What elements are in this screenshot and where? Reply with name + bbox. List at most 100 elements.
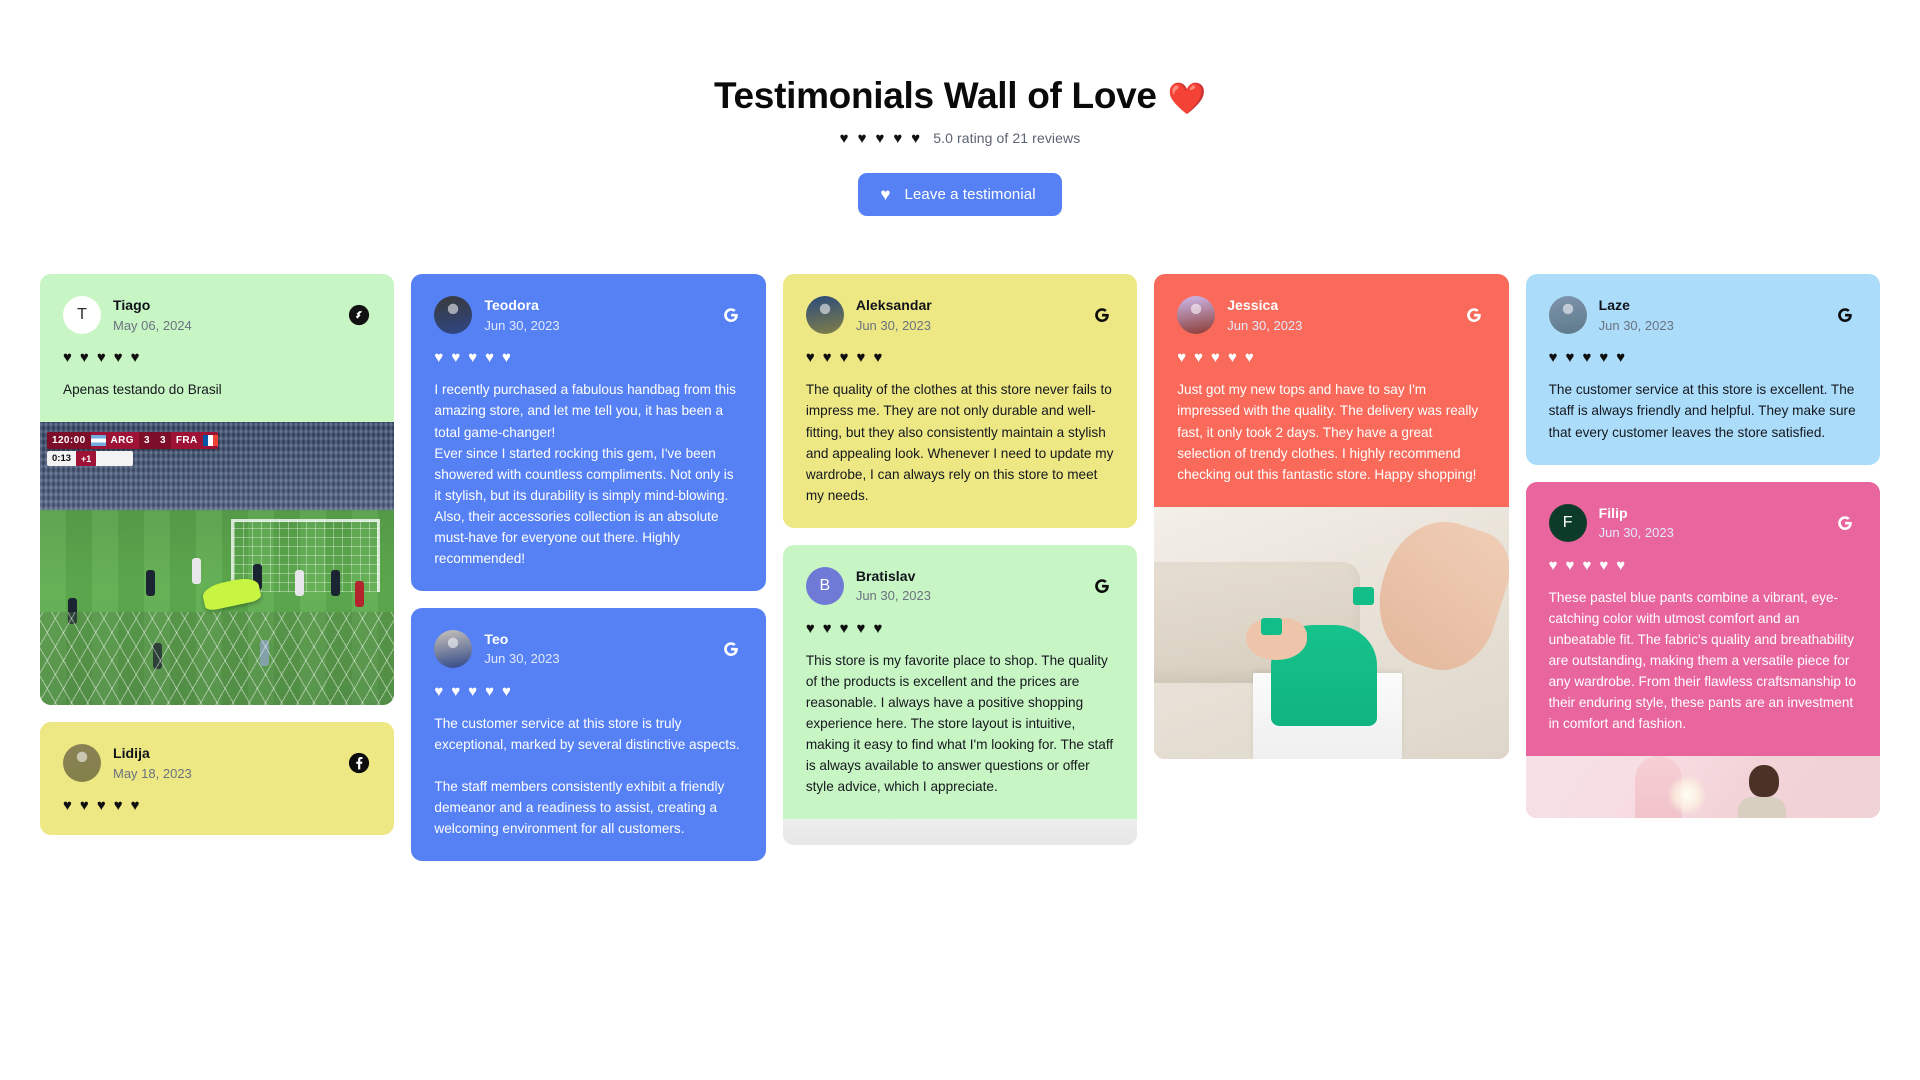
google-icon: [1833, 511, 1857, 535]
rating-heart-icon: ♥: [875, 129, 885, 147]
testimonial-date: Jun 30, 2023: [1227, 317, 1303, 333]
rating-heart-icon: ♥: [468, 682, 478, 700]
rating-heart-icon: ♥: [1599, 349, 1609, 367]
testimonial-header: Teodora Jun 30, 2023: [434, 296, 742, 335]
google-icon: [719, 303, 743, 327]
rating-heart-icon: ♥: [451, 682, 461, 700]
testimonial-card-body: Laze Jun 30, 2023 ♥ ♥ ♥ ♥ ♥ The customer servic…: [1526, 274, 1880, 464]
france-flag-icon: [202, 435, 218, 447]
rating-heart-icon: ♥: [63, 349, 72, 367]
author-name: Teodora: [484, 297, 539, 314]
testimonial-card[interactable]: Jessica Jun 30, 2023 ♥ ♥ ♥ ♥ ♥ Just got my new …: [1154, 274, 1509, 759]
avatar-photo: [434, 296, 473, 335]
testimonial-card-body: T Tiago May 06, 2024 ♥ ♥ ♥ ♥ ♥ Apenas testando d…: [40, 274, 394, 422]
match-scorebug: 120:00 ARG 3 3 FRA 0:13 +1: [47, 432, 218, 467]
rating-heart-icon: ♥: [856, 349, 866, 367]
rating-hearts: ♥ ♥ ♥ ♥ ♥: [434, 350, 742, 365]
testimonial-card[interactable]: B Bratislav Jun 30, 2023 ♥ ♥ ♥ ♥ ♥ This store is…: [782, 544, 1138, 846]
google-icon: [1833, 303, 1857, 327]
rating-heart-icon: ♥: [1227, 349, 1237, 367]
cta-container: ♥ Leave a testimonial: [0, 173, 1920, 217]
testimonial-column-2: Teodora Jun 30, 2023 ♥ ♥ ♥ ♥ ♥ I recently purch…: [411, 274, 766, 862]
google-icon: [1090, 303, 1114, 327]
testimonial-date: May 18, 2023: [113, 765, 192, 781]
home-team: ARG: [110, 435, 134, 447]
author-block: Aleksandar Jun 30, 2023: [856, 296, 932, 335]
rating-heart-icon: ♥: [822, 619, 832, 637]
rating-hearts: ♥ ♥ ♥ ♥ ♥: [1549, 350, 1857, 365]
rating-heart-icon: ♥: [63, 797, 72, 815]
testimonial-text: The customer service at this store is tr…: [434, 715, 740, 837]
testimonial-text: The customer service at this store is ex…: [1548, 382, 1856, 440]
testimonial-card-body: Teo Jun 30, 2023 ♥ ♥ ♥ ♥ ♥ The customer service…: [411, 608, 765, 861]
testimonial-card[interactable]: T Tiago May 06, 2024 ♥ ♥ ♥ ♥ ♥ Apenas testando d…: [40, 274, 395, 706]
rating-heart-icon: ♥: [1565, 349, 1575, 367]
testimonial-card[interactable]: Teodora Jun 30, 2023 ♥ ♥ ♥ ♥ ♥ I recently purch…: [411, 274, 766, 591]
author-name: Laze: [1598, 297, 1630, 314]
rating-heart-icon: ♥: [113, 797, 123, 815]
testimonial-text: Just got my new tops and have to say I'm…: [1177, 382, 1479, 482]
heart-icon: ♥: [880, 185, 891, 205]
author-name: Lidija: [113, 745, 150, 762]
testimonial-text: The quality of the clothes at this store…: [805, 382, 1114, 503]
rating-heart-icon: ♥: [839, 349, 849, 367]
testimonial-card[interactable]: Lidija May 18, 2023 ♥ ♥ ♥ ♥ ♥: [40, 722, 395, 836]
testimonial-card-body: Teodora Jun 30, 2023 ♥ ♥ ♥ ♥ ♥ I recently purch…: [411, 274, 765, 591]
next-card-preview: [782, 819, 1138, 846]
rating-heart-icon: ♥: [451, 349, 461, 367]
away-team: FRA: [175, 435, 198, 447]
testimonial-header: Jessica Jun 30, 2023: [1177, 296, 1485, 335]
rating-heart-icon: ♥: [822, 349, 832, 367]
rating-heart-icon: ♥: [1177, 349, 1187, 367]
added-time-badge: +1: [76, 451, 97, 467]
rating-heart-icon: ♥: [857, 129, 867, 147]
rating-heart-icon: ♥: [873, 619, 883, 637]
rating-heart-icon: ♥: [1548, 556, 1558, 574]
testimonial-card[interactable]: F Filip Jun 30, 2023 ♥ ♥ ♥ ♥ ♥ These pastel blue…: [1525, 481, 1881, 819]
away-score: 3: [154, 432, 171, 450]
testimonial-date: Jun 30, 2023: [1598, 317, 1674, 333]
author-name: Filip: [1598, 504, 1628, 521]
rating-heart-icon: ♥: [434, 682, 444, 700]
testimonial-header: Lidija May 18, 2023: [63, 744, 371, 783]
author-name: Bratislav: [855, 567, 916, 584]
page-header: Testimonials Wall of Love ❤️ ♥ ♥ ♥ ♥ ♥ 5…: [0, 0, 1920, 217]
author-block: Jessica Jun 30, 2023: [1227, 296, 1302, 335]
testimonial-photo: [1525, 756, 1881, 819]
testimonial-video-thumbnail: 120:00 ARG 3 3 FRA 0:13 +1: [40, 422, 395, 706]
rating-hearts: ♥ ♥ ♥ ♥ ♥: [434, 684, 742, 699]
facebook-icon: [347, 751, 371, 775]
testimonial-card[interactable]: Teo Jun 30, 2023 ♥ ♥ ♥ ♥ ♥ The customer service…: [411, 607, 766, 862]
rating-heart-icon: ♥: [434, 349, 444, 367]
testimonial-date: May 06, 2024: [113, 317, 192, 333]
leave-a-testimonial-button[interactable]: ♥ Leave a testimonial: [858, 173, 1062, 217]
rating-heart-icon: ♥: [1582, 349, 1592, 367]
rating-hearts: ♥ ♥ ♥ ♥ ♥: [806, 350, 1114, 365]
google-icon: [719, 637, 743, 661]
rating-heart-icon: ♥: [1211, 349, 1220, 367]
avatar-photo: [1548, 296, 1587, 335]
testimonial-column-4: Jessica Jun 30, 2023 ♥ ♥ ♥ ♥ ♥ Just got my new …: [1154, 274, 1509, 759]
testimonial-date: Jun 30, 2023: [484, 651, 560, 667]
testimonial-card[interactable]: Laze Jun 30, 2023 ♥ ♥ ♥ ♥ ♥ The customer servic…: [1525, 274, 1881, 465]
testimonial-header: Laze Jun 30, 2023: [1548, 296, 1857, 335]
rating-heart-icon: ♥: [468, 349, 478, 367]
testimonial-date: Jun 30, 2023: [1598, 525, 1674, 541]
author-block: Filip Jun 30, 2023: [1599, 504, 1674, 543]
author-block: Teodora Jun 30, 2023: [484, 296, 559, 335]
testimonial-column-5: Laze Jun 30, 2023 ♥ ♥ ♥ ♥ ♥ The customer servic…: [1525, 274, 1881, 819]
author-block: Laze Jun 30, 2023: [1599, 296, 1674, 335]
rating-heart-icon: ♥: [893, 129, 903, 147]
rating-heart-icon: ♥: [113, 349, 123, 367]
senja-icon: [347, 303, 371, 327]
testimonial-card[interactable]: Aleksandar Jun 30, 2023 ♥ ♥ ♥ ♥ ♥ The quality o…: [782, 274, 1138, 528]
rating-heart-icon: ♥: [485, 682, 495, 700]
testimonial-header: B Bratislav Jun 30, 2023: [805, 566, 1114, 606]
avatar: B: [805, 566, 844, 605]
testimonials-wall-page: Testimonials Wall of Love ❤️ ♥ ♥ ♥ ♥ ♥ 5…: [0, 0, 1920, 1080]
testimonial-date: Jun 30, 2023: [855, 588, 931, 604]
author-block: Bratislav Jun 30, 2023: [856, 567, 931, 606]
rating-heart-icon: ♥: [502, 349, 511, 367]
testimonial-header: F Filip Jun 30, 2023: [1548, 503, 1857, 543]
author-block: Lidija May 18, 2023: [113, 744, 192, 783]
